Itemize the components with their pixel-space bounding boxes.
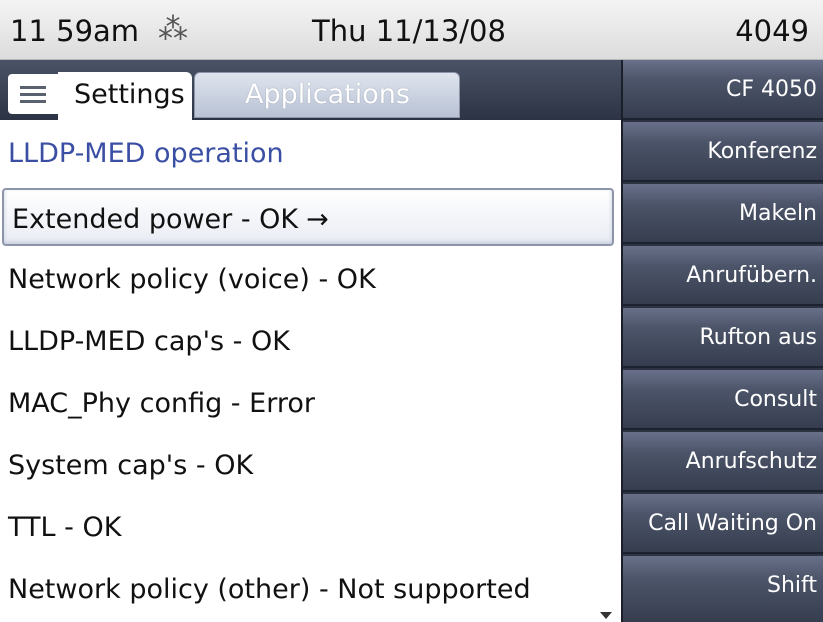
menu-icon[interactable] [8,74,58,114]
list-item-label: Extended power - OK [12,204,299,235]
tab-settings[interactable]: Settings [58,72,192,120]
list-item[interactable]: Network policy (other) - Not supported [0,560,621,618]
clock-time: 11 59am [10,14,140,48]
list-item[interactable]: Network policy (voice) - OK [0,250,621,308]
softkey-consult[interactable]: Consult [623,370,823,430]
list-item-label: TTL - OK [8,512,122,543]
softkey-makeln[interactable]: Makeln [623,184,823,244]
status-bar: 11 59am ⁂ Thu 11/13/08 4049 [0,0,823,60]
softkey-cf[interactable]: CF 4050 [623,60,823,120]
arrow-right-icon: → [306,204,329,235]
list-item[interactable]: TTL - OK [0,498,621,556]
softkey-anrufschutz[interactable]: Anrufschutz [623,432,823,492]
softkey-anrufuebern[interactable]: Anrufübern. [623,246,823,306]
list-item[interactable]: Extended power - OK → [2,188,614,246]
softkey-call-waiting[interactable]: Call Waiting On [623,494,823,554]
list-item-label: MAC_Phy config - Error [8,388,315,419]
bluetooth-icon: ⁂ [158,12,188,47]
page-title: LLDP-MED operation [8,138,284,169]
list-item[interactable]: LLDP-MED cap's - OK [0,312,621,370]
softkey-rufton-aus[interactable]: Rufton aus [623,308,823,368]
settings-list: LLDP-MED operation Extended power - OK → … [0,120,621,622]
list-item-label: LLDP-MED cap's - OK [8,326,290,357]
softkey-panel: CF 4050 Konferenz Makeln Anrufübern. Ruf… [621,60,823,622]
list-item[interactable]: MAC_Phy config - Error [0,374,621,432]
scroll-down-icon[interactable] [600,612,612,619]
list-item-label: Network policy (voice) - OK [8,264,376,295]
extension-number: 4049 [735,14,809,48]
list-item-label: System cap's - OK [8,450,254,481]
tab-applications[interactable]: Applications [194,72,460,118]
softkey-konferenz[interactable]: Konferenz [623,122,823,182]
list-item[interactable]: System cap's - OK [0,436,621,494]
list-item-label: Network policy (other) - Not supported [8,574,531,605]
date-display: Thu 11/13/08 [312,14,506,48]
softkey-shift[interactable]: Shift [623,556,823,622]
